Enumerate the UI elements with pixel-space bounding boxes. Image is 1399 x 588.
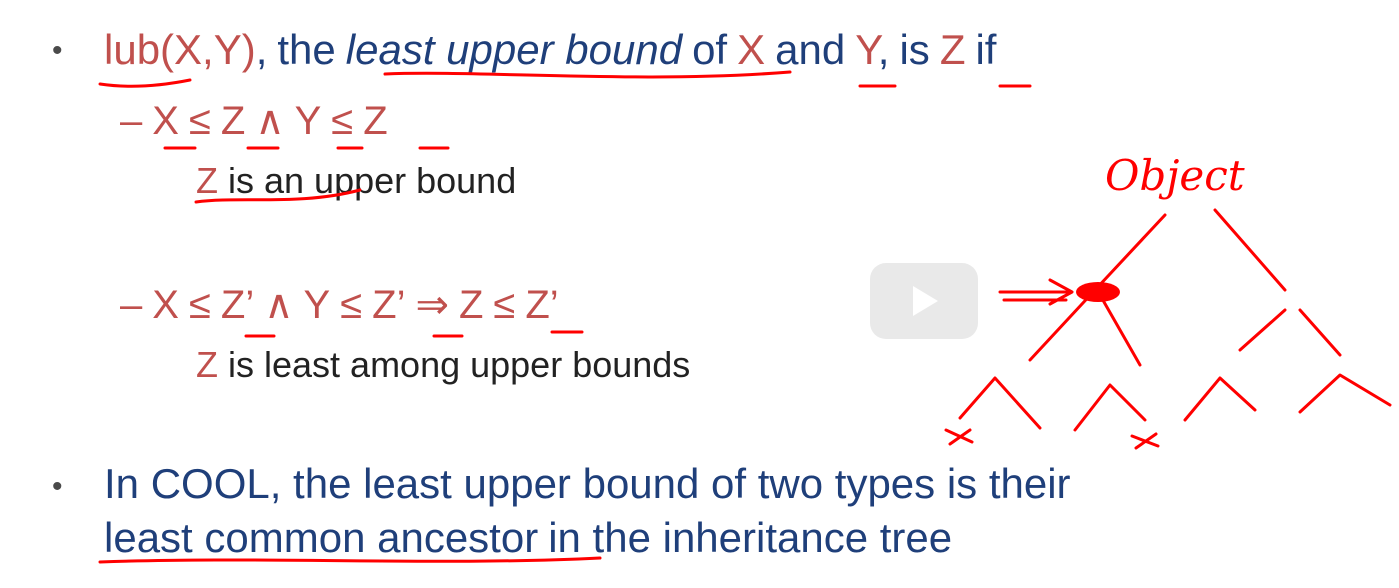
- ink-annotations: Object: [98, 70, 1392, 564]
- ink-tree-edge: [1093, 213, 1167, 292]
- ink-arrow: [998, 278, 1074, 306]
- ink-lub-node: [1076, 282, 1120, 302]
- ink-object-label: Object: [1105, 151, 1245, 200]
- ink-tree-edge: [1238, 308, 1287, 352]
- ink-tree-leaf-pair: [1298, 373, 1392, 414]
- ink-tree-edge: [1098, 293, 1142, 367]
- ink-tree-leaf-pair: [1073, 383, 1147, 432]
- play-icon: [913, 286, 938, 316]
- ink-cross-mark: [944, 428, 974, 446]
- lecture-slide: • lub(X,Y), the least upper bound of X a…: [0, 0, 1399, 588]
- ink-tree-leaf-pair: [958, 376, 1042, 430]
- ink-underline-lub: [98, 78, 192, 88]
- video-play-button[interactable]: [870, 263, 978, 339]
- ink-tree-edge: [1298, 308, 1342, 357]
- ink-tree-leaf-pair: [1183, 376, 1257, 422]
- ink-cross-mark: [1130, 432, 1160, 450]
- ink-underline-upper-bound: [194, 188, 362, 204]
- ink-underline-lub-phrase: [383, 70, 792, 79]
- ink-tree-edge: [1213, 208, 1287, 292]
- ink-underline-lca: [98, 556, 602, 564]
